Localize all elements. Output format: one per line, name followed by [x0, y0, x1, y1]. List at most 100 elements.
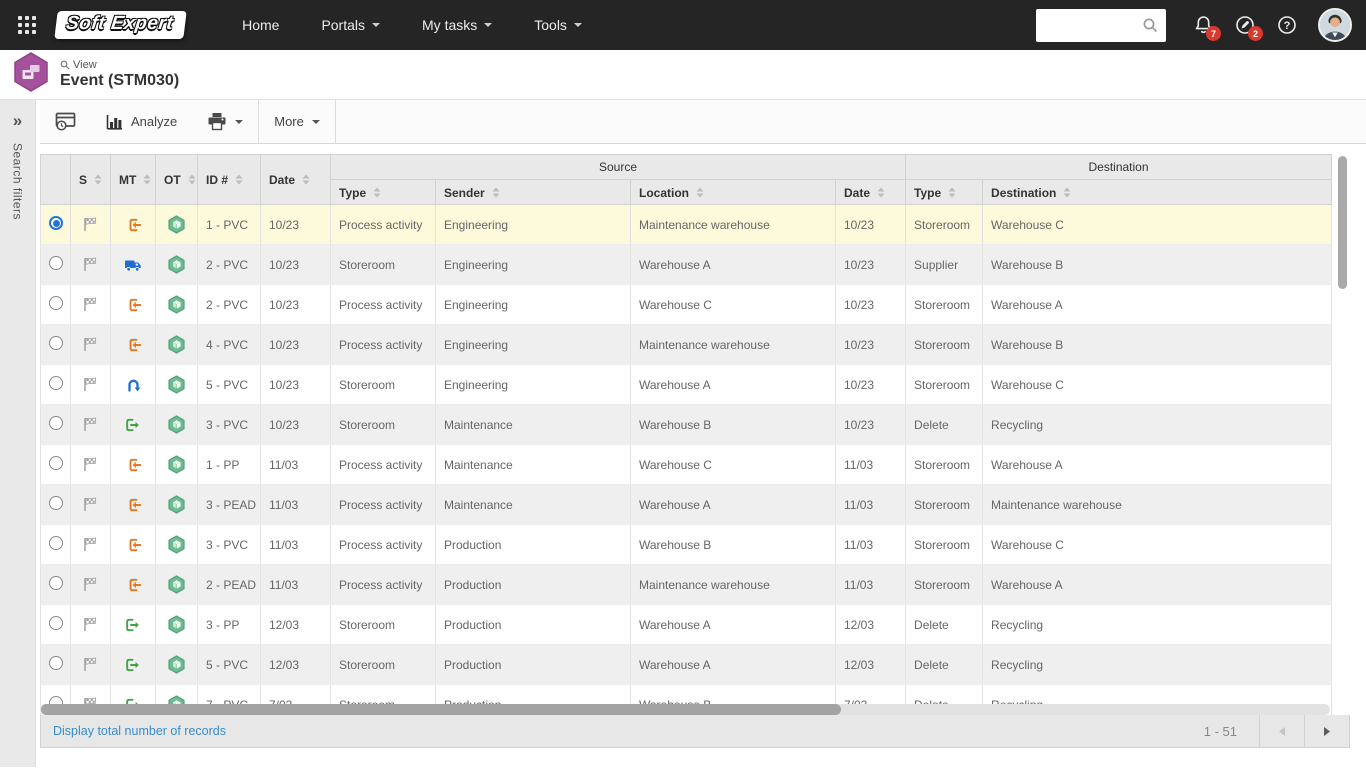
sort-icon[interactable] — [235, 174, 243, 185]
header-date[interactable]: Date — [260, 154, 331, 205]
menu-tools[interactable]: Tools — [513, 0, 603, 50]
analyze-button[interactable]: Analyze — [91, 100, 192, 143]
movement-entry-icon — [125, 297, 142, 313]
horizontal-scrollbar[interactable] — [40, 704, 1330, 715]
row-select-radio[interactable] — [48, 456, 63, 470]
object-type-material-icon — [167, 615, 186, 634]
row-select-radio[interactable] — [48, 256, 63, 270]
row-select-radio[interactable] — [48, 296, 63, 310]
table-row[interactable]: 2 - PVC 10/23 Process activity Engineering W… — [40, 284, 1332, 325]
apps-grid-icon[interactable] — [14, 12, 40, 38]
header-status[interactable]: S — [70, 154, 111, 205]
header-id[interactable]: ID # — [197, 154, 261, 205]
table-row[interactable]: 5 - PVC 12/03 Storeroom Production Warehouse… — [40, 644, 1332, 685]
movement-exit-icon — [125, 417, 142, 433]
table-row[interactable]: 3 - PP 12/03 Storeroom Production Warehouse … — [40, 604, 1332, 645]
cell-destination-type: Delete — [905, 604, 984, 645]
row-select-radio[interactable] — [48, 616, 63, 630]
object-type-material-icon — [167, 655, 186, 674]
cell-source-type: Process activity — [330, 444, 436, 485]
object-type-material-icon — [167, 575, 186, 594]
row-select-radio[interactable] — [48, 576, 63, 590]
event-table-body: 1 - PVC 10/23 Process activity Engineering M… — [40, 204, 1332, 715]
previous-page-button[interactable] — [1259, 715, 1304, 747]
header-sender[interactable]: Sender — [435, 179, 631, 205]
help-button[interactable]: ? — [1266, 0, 1308, 50]
next-page-button[interactable] — [1304, 715, 1349, 747]
table-row[interactable]: 2 - PVC 10/23 Storeroom Engineering Warehous… — [40, 244, 1332, 285]
header-destination[interactable]: Destination — [982, 179, 1332, 205]
sort-icon[interactable] — [188, 174, 196, 185]
sort-icon[interactable] — [696, 187, 704, 198]
more-button[interactable]: More — [259, 100, 335, 143]
expand-filters-button[interactable]: » — [13, 112, 22, 129]
table-row[interactable]: 3 - PVC 10/23 Storeroom Maintenance Warehous… — [40, 404, 1332, 445]
object-type-material-icon — [167, 535, 186, 554]
cell-source-date: 10/23 — [835, 204, 907, 245]
header-source-type[interactable]: Type — [330, 179, 436, 205]
table-row[interactable]: 3 - PVC 11/03 Process activity Production Wa… — [40, 524, 1332, 565]
cell-source-type: Process activity — [330, 324, 436, 365]
row-select-radio[interactable] — [48, 216, 63, 230]
table-row[interactable]: 1 - PP 11/03 Process activity Maintenance Wa… — [40, 444, 1332, 485]
status-flag-icon — [82, 496, 99, 513]
header-object-type[interactable]: OT — [155, 154, 198, 205]
sort-icon[interactable] — [948, 187, 956, 198]
sort-icon[interactable] — [302, 174, 310, 185]
menu-my-tasks[interactable]: My tasks — [401, 0, 513, 50]
cell-destination-type: Storeroom — [905, 204, 984, 245]
horizontal-scrollbar-thumb[interactable] — [41, 704, 841, 715]
view-record-button[interactable] — [40, 100, 91, 143]
header-location[interactable]: Location — [630, 179, 836, 205]
chevron-down-icon[interactable] — [235, 119, 244, 128]
sort-icon[interactable] — [877, 187, 885, 198]
vertical-scrollbar[interactable] — [1338, 156, 1347, 704]
cell-location: Warehouse A — [630, 644, 836, 685]
previous-arrow-icon — [1279, 726, 1285, 736]
cell-location: Warehouse C — [630, 284, 836, 325]
row-select-radio[interactable] — [48, 536, 63, 550]
sort-icon[interactable] — [373, 187, 381, 198]
cell-source-type: Storeroom — [330, 604, 436, 645]
help-icon: ? — [1278, 16, 1296, 34]
print-button[interactable] — [192, 100, 258, 143]
row-select-radio[interactable] — [48, 656, 63, 670]
header-destination-type[interactable]: Type — [905, 179, 984, 205]
table-row[interactable]: 1 - PVC 10/23 Process activity Engineering M… — [40, 204, 1332, 245]
display-total-link[interactable]: Display total number of records — [41, 724, 226, 738]
table-row[interactable]: 3 - PEAD 11/03 Process activity Maintenance… — [40, 484, 1332, 525]
header-source-date[interactable]: Date — [834, 179, 907, 205]
row-select-radio[interactable] — [48, 376, 63, 390]
row-select-radio[interactable] — [48, 336, 63, 350]
cell-sender: Maintenance — [435, 444, 631, 485]
table-row[interactable]: 2 - PEAD 11/03 Process activity Production M… — [40, 564, 1332, 605]
row-select-radio[interactable] — [48, 416, 63, 430]
header-movement-type[interactable]: MT — [110, 154, 156, 205]
search-filters-label: Search filters — [10, 143, 25, 221]
table-row[interactable]: 5 - PVC 10/23 Storeroom Engineering Warehous… — [40, 364, 1332, 405]
cell-sender: Production — [435, 644, 631, 685]
cell-source-type: Process activity — [330, 204, 436, 245]
sort-icon[interactable] — [492, 187, 500, 198]
row-select-radio[interactable] — [48, 496, 63, 510]
softexpert-logo[interactable]: Soft Expert — [54, 11, 187, 39]
table-row[interactable]: 4 - PVC 10/23 Process activity Engineering M… — [40, 324, 1332, 365]
menu-portals[interactable]: Portals — [300, 0, 401, 50]
top-navbar: Soft Expert Home Portals My tasks Tools 7… — [0, 0, 1366, 50]
user-avatar[interactable] — [1318, 8, 1352, 42]
notifications-button[interactable]: 7 — [1182, 0, 1224, 50]
cell-source-type: Process activity — [330, 284, 436, 325]
sort-icon[interactable] — [1063, 187, 1071, 198]
sort-icon[interactable] — [143, 174, 151, 185]
vertical-scrollbar-thumb[interactable] — [1338, 156, 1347, 289]
movement-entry-icon — [125, 497, 142, 513]
search-filters-panel: » Search filters — [0, 100, 36, 767]
sort-icon[interactable] — [94, 174, 102, 185]
pending-activities-button[interactable]: 2 — [1224, 0, 1266, 50]
breadcrumb: View — [60, 59, 179, 71]
movement-entry-icon — [125, 537, 142, 553]
cell-sender: Engineering — [435, 364, 631, 405]
menu-home[interactable]: Home — [221, 0, 300, 50]
search-icon[interactable] — [1142, 17, 1159, 34]
cell-sender: Production — [435, 604, 631, 645]
